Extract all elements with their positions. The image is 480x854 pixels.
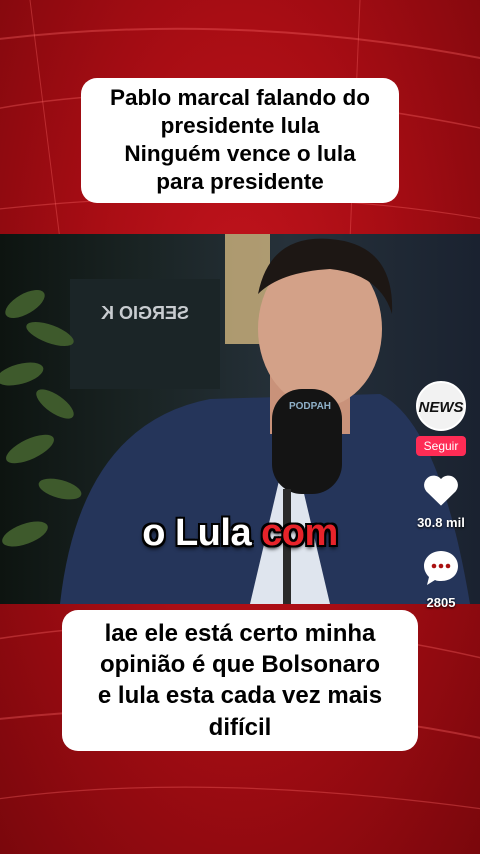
likes-count: 30.8 mil (417, 515, 465, 530)
bottom-caption-line: lae ele está certo minha (104, 620, 376, 647)
bottom-caption-line: e lula esta cada vez mais (97, 682, 383, 710)
news-avatar-icon: NEWS (416, 381, 466, 431)
bottom-caption-line: difícil (208, 713, 272, 741)
bottom-caption: lae ele está certo minha opinião é que B… (62, 610, 418, 751)
mic-brand: PODPAH (289, 401, 331, 412)
subtitle-highlight: com (261, 512, 338, 554)
background-sign: SERGIO K (101, 303, 189, 323)
comments-count: 2805 (426, 595, 456, 610)
avatar-text: NEWS (419, 399, 464, 416)
follow-button[interactable]: Seguir (415, 436, 467, 456)
profile-avatar[interactable]: NEWS Seguir (408, 380, 474, 456)
top-caption-line: Ninguém vence o lula (124, 141, 356, 167)
subtitle-text: o Lula (142, 512, 252, 554)
comment-icon (424, 551, 458, 585)
top-caption-line: Pablo marcal falando do (109, 85, 371, 110)
bottom-caption-line: opinião é que Bolsonaro (99, 651, 381, 679)
top-caption-line: presidente lula (160, 113, 320, 139)
heart-icon (424, 475, 458, 506)
top-caption-line: para presidente (156, 169, 324, 195)
like-button[interactable]: 30.8 mil (408, 470, 474, 530)
top-caption: Pablo marcal falando do presidente lula … (81, 78, 399, 203)
shelf (70, 279, 220, 389)
comment-button[interactable]: 2805 (408, 548, 474, 610)
